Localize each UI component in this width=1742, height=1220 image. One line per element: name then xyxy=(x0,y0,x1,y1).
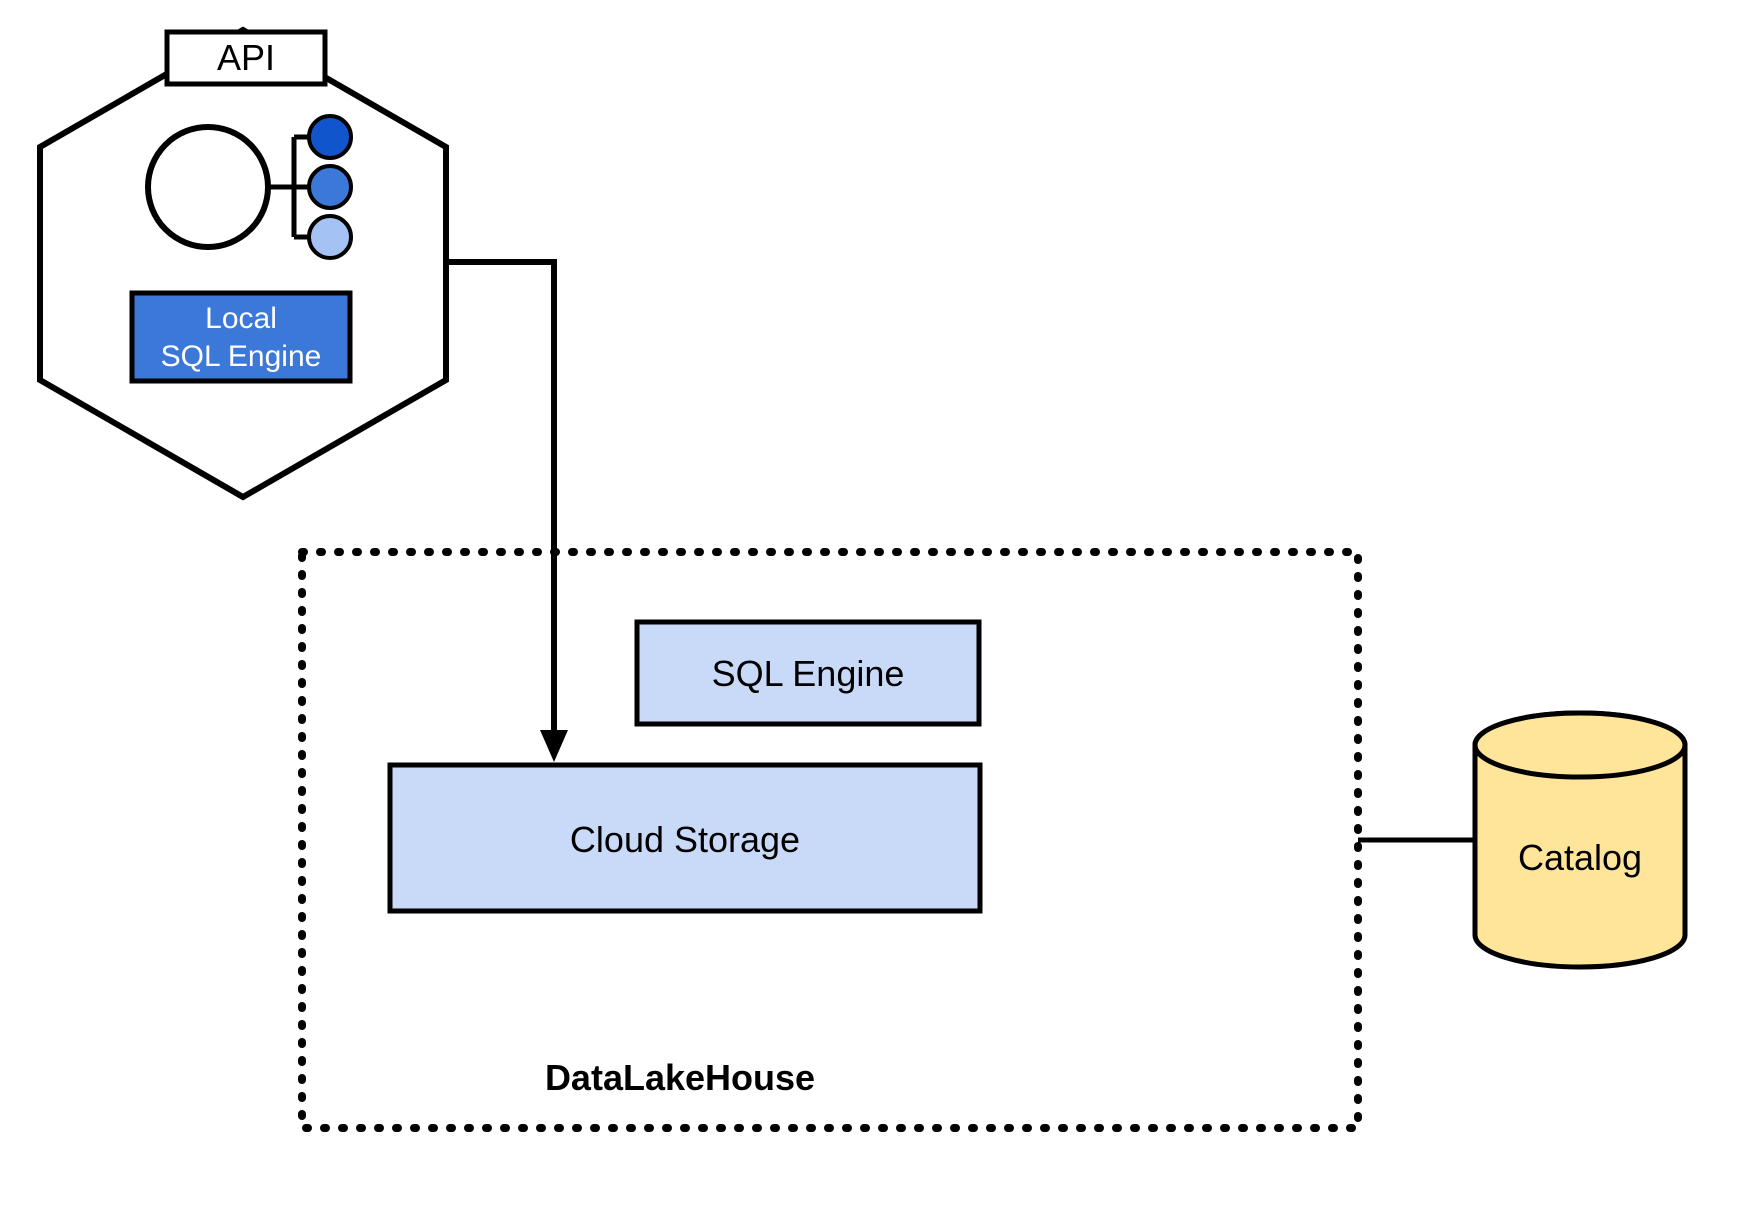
sql-engine-label: SQL Engine xyxy=(712,653,905,694)
datalakehouse-title: DataLakeHouse xyxy=(545,1057,815,1098)
cloud-storage-label: Cloud Storage xyxy=(570,819,800,860)
catalog-cylinder: Catalog xyxy=(1475,713,1685,967)
local-sql-line1: Local xyxy=(205,302,277,335)
local-sql-line2: SQL Engine xyxy=(161,340,322,373)
arrow-hexagon-to-storage xyxy=(446,262,568,762)
catalog-label: Catalog xyxy=(1518,837,1642,878)
api-label: API xyxy=(217,37,275,78)
hexagon-node: API Local SQL Engine xyxy=(40,30,446,497)
large-circle-icon xyxy=(148,127,268,247)
architecture-diagram: DataLakeHouse SQL Engine Cloud Storage C… xyxy=(0,0,1742,1220)
